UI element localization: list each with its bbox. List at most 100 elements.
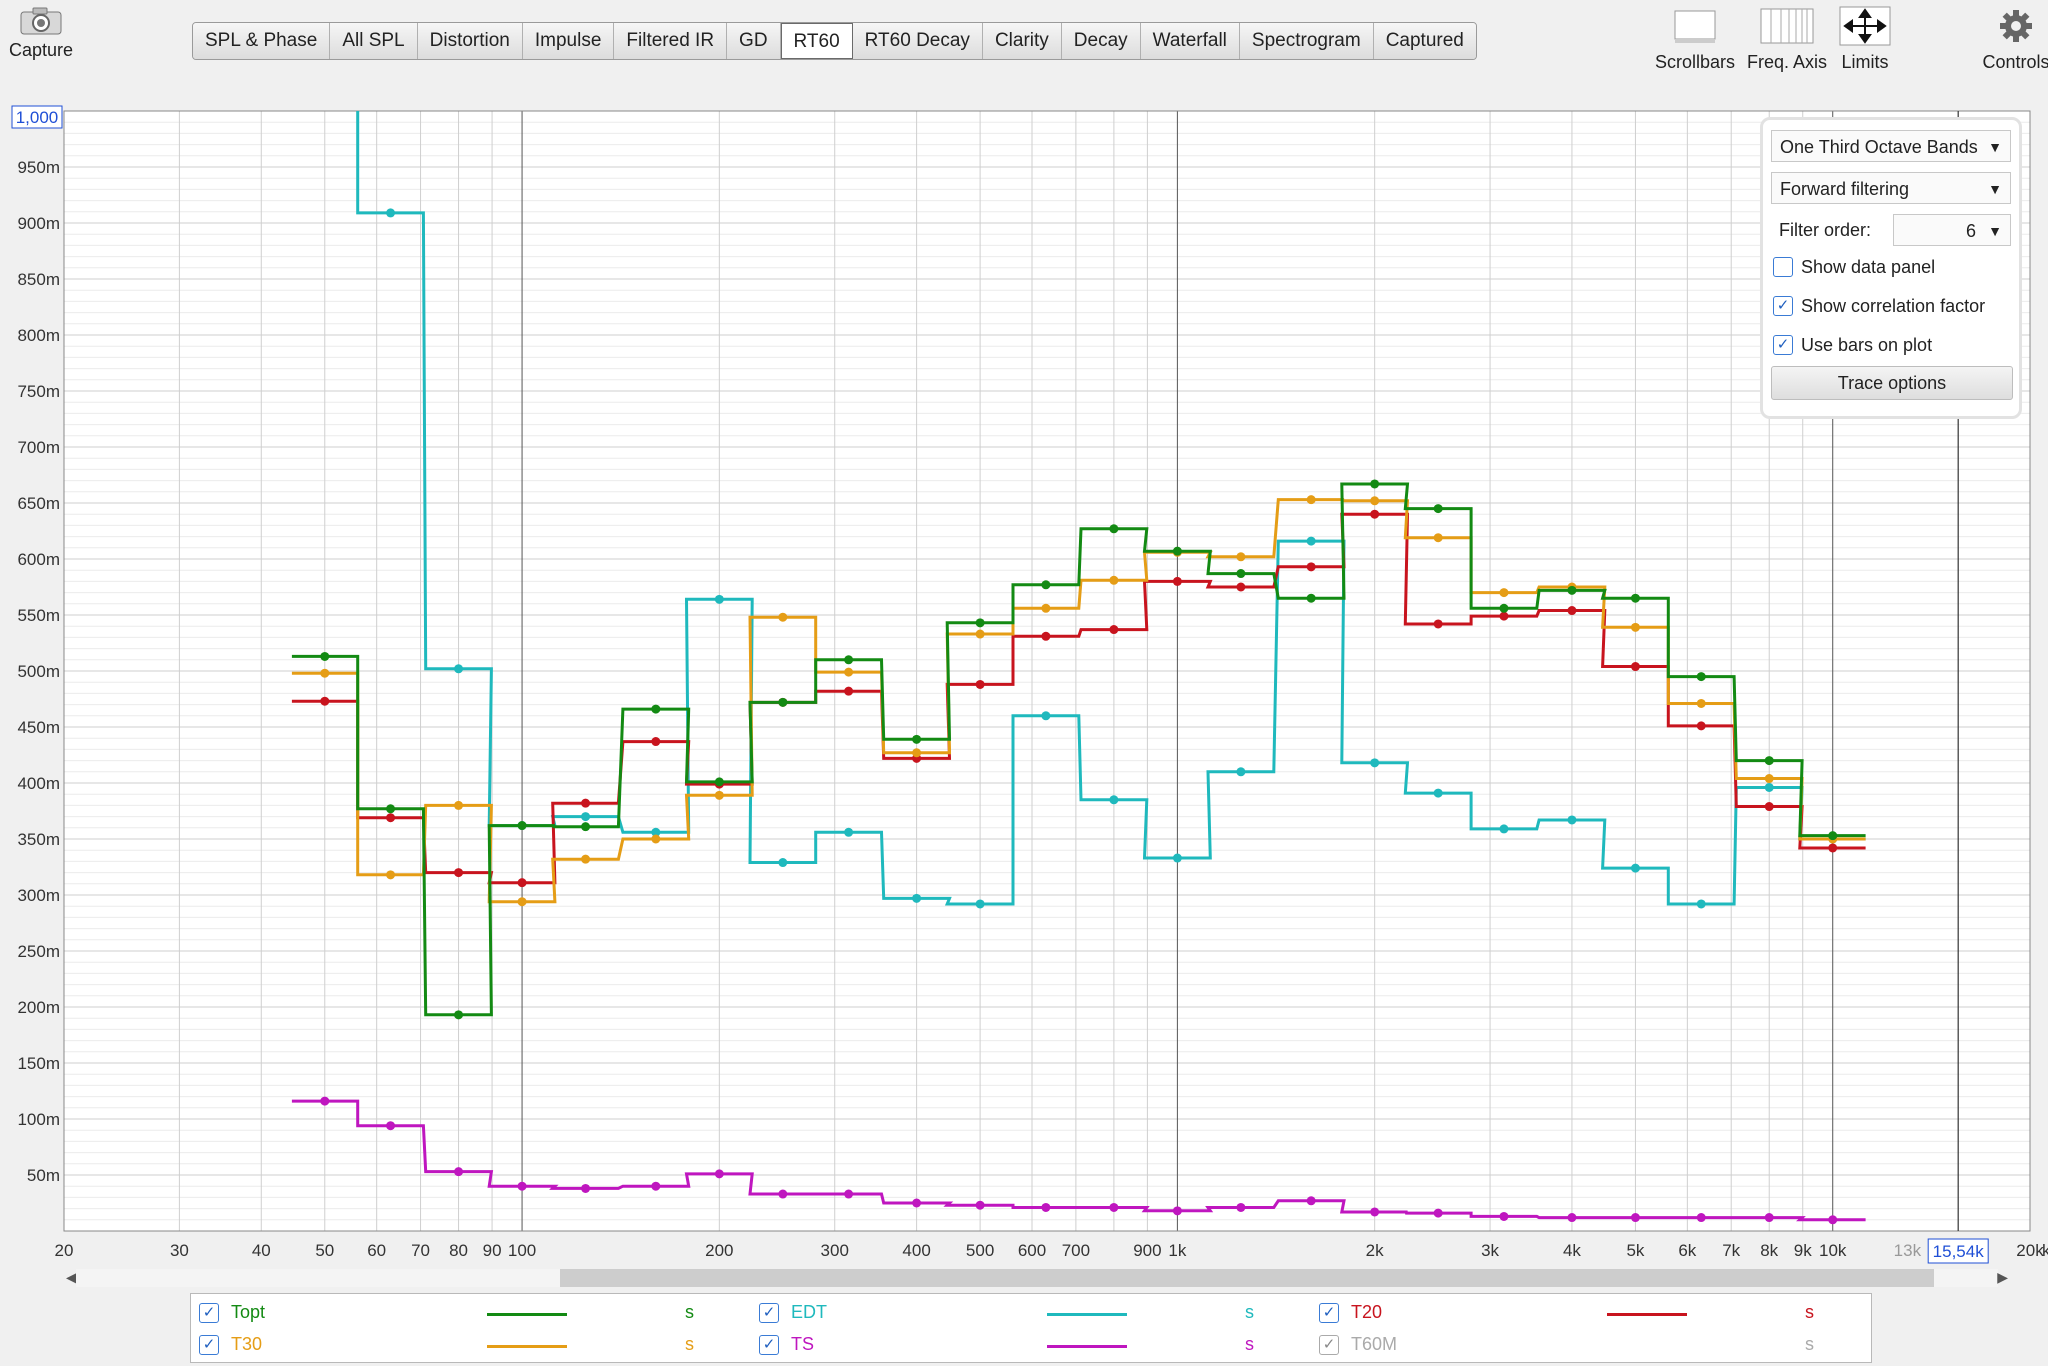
show-data-panel-checkbox[interactable]: Show data panel (1773, 256, 1935, 278)
checkbox-icon[interactable]: ✓ (199, 1303, 219, 1323)
data-point (1041, 1202, 1051, 1212)
y-tick-label: 650m (17, 494, 60, 513)
checkbox-icon[interactable]: ✓ (759, 1303, 779, 1323)
data-point (1433, 504, 1443, 514)
legend-panel: ✓ Topt s ✓ EDT s ✓ T20 s ✓ T30 s ✓ TS s ✓ T60M s (190, 1293, 1872, 1363)
x-tick-label: 20 (55, 1241, 74, 1260)
tab-captured[interactable]: Captured (1373, 23, 1476, 59)
data-point (912, 893, 922, 903)
data-point (1499, 1211, 1509, 1221)
tab-spl-phase[interactable]: SPL & Phase (193, 23, 331, 59)
data-point (1499, 588, 1509, 598)
x-tick-label: 700 (1062, 1241, 1090, 1260)
data-point (1764, 782, 1774, 792)
scroll-track[interactable] (76, 1269, 1998, 1287)
cursor-value: 15,54k (1933, 1242, 1985, 1261)
tab-clarity[interactable]: Clarity (982, 23, 1062, 59)
data-point (1109, 625, 1119, 635)
use-bars-checkbox[interactable]: ✓ Use bars on plot (1773, 334, 1932, 356)
data-point (1370, 496, 1380, 506)
controls-button[interactable]: Controls (1976, 6, 2048, 73)
tab-filtered-ir[interactable]: Filtered IR (614, 23, 728, 59)
y-tick-label: 950m (17, 158, 60, 177)
x-tick-label: 600 (1018, 1241, 1046, 1260)
checkbox-icon[interactable]: ✓ (759, 1335, 779, 1355)
x-tick-label: 80 (449, 1241, 468, 1260)
data-point (844, 827, 854, 837)
data-point (1828, 831, 1838, 841)
x-tick-label: 40 (252, 1241, 271, 1260)
limits-button[interactable]: Limits (1832, 6, 1898, 73)
rt60-chart[interactable]: 50m 100m 150m 200m 250m 300m 350m 400m 450m 500m 5… (0, 105, 2048, 1265)
y-tick-label: 850m (17, 270, 60, 289)
filter-order-select[interactable]: 6 ▼ (1893, 214, 2011, 246)
y-tick-label: 150m (17, 1054, 60, 1073)
tab-waterfall[interactable]: Waterfall (1140, 23, 1240, 59)
tab-all-spl[interactable]: All SPL (330, 23, 418, 59)
y-tick-label: 450m (17, 718, 60, 737)
scrollbars-icon (1650, 6, 1740, 46)
bands-select[interactable]: One Third Octave Bands ▼ (1771, 130, 2011, 162)
trace-options-button[interactable]: Trace options (1771, 366, 2013, 400)
data-point (651, 737, 661, 747)
tab-gd[interactable]: GD (727, 23, 781, 59)
checkbox-icon[interactable]: ✓ (1773, 296, 1793, 317)
show-correlation-checkbox[interactable]: ✓ Show correlation factor (1773, 295, 1985, 317)
scroll-thumb[interactable] (560, 1269, 1934, 1287)
data-point (778, 1189, 788, 1199)
data-point (1109, 524, 1119, 534)
data-point (975, 1200, 985, 1210)
data-point (1109, 795, 1119, 805)
checkbox-icon[interactable]: ✓ (1773, 335, 1793, 356)
data-point (651, 704, 661, 714)
filtering-select[interactable]: Forward filtering ▼ (1771, 172, 2011, 204)
horizontal-scrollbar[interactable]: ◀ ▶ (62, 1265, 2012, 1291)
data-point (912, 1198, 922, 1208)
legend-name: Topt (231, 1302, 266, 1322)
checkbox-icon[interactable]: ✓ (1319, 1303, 1339, 1323)
x-tick-label: 7k (1722, 1241, 1740, 1260)
data-point (1172, 546, 1182, 556)
scroll-right-icon[interactable]: ▶ (1997, 1269, 2008, 1286)
data-point (1236, 582, 1246, 592)
capture-button[interactable]: Capture (6, 6, 76, 61)
freq-axis-button[interactable]: Freq. Axis (1742, 6, 1832, 73)
legend-unit: s (1805, 1302, 1814, 1322)
data-point (1236, 767, 1246, 777)
legend-unit: s (1805, 1334, 1814, 1354)
x-tick-label: 500 (966, 1241, 994, 1260)
data-point (1567, 606, 1577, 616)
tab-rt60-decay[interactable]: RT60 Decay (852, 23, 983, 59)
tab-decay[interactable]: Decay (1061, 23, 1141, 59)
tab-distortion[interactable]: Distortion (417, 23, 523, 59)
checkbox-icon[interactable]: ✓ (1319, 1335, 1339, 1355)
checkbox-icon[interactable] (1773, 257, 1793, 278)
y-tick-label: 200m (17, 998, 60, 1017)
legend-name: T30 (231, 1334, 263, 1354)
data-point (320, 668, 330, 678)
scrollbars-button[interactable]: Scrollbars (1650, 6, 1740, 73)
tab-impulse[interactable]: Impulse (522, 23, 615, 59)
legend-item-topt: ✓ Topt s (191, 1298, 731, 1328)
tab-spectrogram[interactable]: Spectrogram (1239, 23, 1374, 59)
data-point (1433, 533, 1443, 543)
legend-name: TS (791, 1334, 815, 1354)
data-point (517, 878, 527, 888)
x-tick-label: 200 (705, 1241, 733, 1260)
data-point (454, 1167, 464, 1177)
checkbox-icon[interactable]: ✓ (199, 1335, 219, 1355)
top-value-text: 1,000 (16, 108, 59, 127)
data-point (1567, 815, 1577, 825)
legend-name: EDT (791, 1302, 827, 1322)
data-point (1696, 672, 1706, 682)
data-point (1433, 619, 1443, 629)
y-tick-label: 750m (17, 382, 60, 401)
data-point (454, 868, 464, 878)
data-point (975, 618, 985, 628)
data-point (1109, 575, 1119, 585)
tab-rt60[interactable]: RT60 (780, 23, 853, 59)
data-point (517, 821, 527, 831)
x-tick-label: 20k (2016, 1241, 2044, 1260)
legend-unit: s (685, 1334, 694, 1354)
legend-line (1047, 1313, 1127, 1316)
